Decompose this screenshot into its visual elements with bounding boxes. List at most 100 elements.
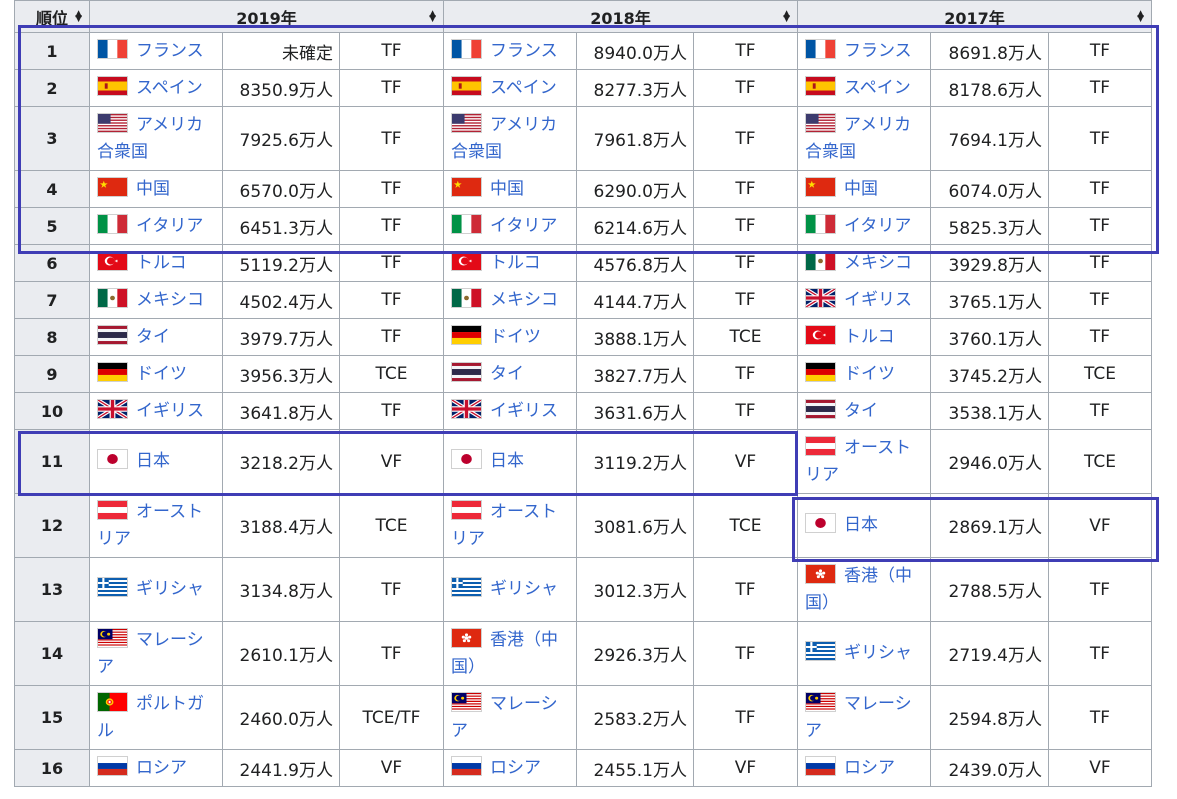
- country-link[interactable]: イタリア: [136, 216, 203, 236]
- flag-ru-icon[interactable]: [451, 755, 482, 776]
- country-link[interactable]: ドイツ: [490, 327, 541, 347]
- country-link[interactable]: タイ: [844, 401, 878, 421]
- visitor-count-cell: 2594.8万人: [930, 685, 1049, 750]
- country-link[interactable]: メキシコ: [844, 253, 912, 273]
- flag-mx-icon[interactable]: [97, 287, 128, 308]
- flag-tr-icon[interactable]: [97, 250, 128, 271]
- flag-jp-icon[interactable]: [97, 449, 128, 469]
- flag-th-icon[interactable]: [451, 361, 482, 382]
- country-link[interactable]: ロシア: [136, 758, 187, 778]
- flag-my-icon[interactable]: [97, 627, 128, 648]
- flag-fr-icon[interactable]: [97, 38, 128, 59]
- country-link[interactable]: トルコ: [490, 253, 541, 273]
- flag-es-icon[interactable]: [451, 75, 482, 96]
- sort-icon[interactable]: ▲ ▼: [429, 10, 436, 24]
- country-link[interactable]: ギリシャ: [490, 579, 558, 599]
- flag-my-icon[interactable]: [805, 691, 836, 712]
- flag-us-icon[interactable]: [451, 112, 482, 133]
- country-link[interactable]: 中国: [844, 179, 878, 199]
- flag-mx-icon[interactable]: [451, 287, 482, 308]
- flag-hk-icon[interactable]: [805, 563, 836, 584]
- flag-hk-icon[interactable]: [451, 627, 482, 648]
- country-link[interactable]: 中国: [490, 179, 524, 199]
- flag-de-icon[interactable]: [451, 324, 482, 345]
- country-link[interactable]: メキシコ: [136, 290, 204, 310]
- country-link[interactable]: イギリス: [136, 401, 204, 421]
- country-link[interactable]: 日本: [844, 515, 878, 535]
- sort-icon[interactable]: ▲ ▼: [75, 10, 82, 24]
- flag-cn-icon[interactable]: [451, 176, 482, 197]
- flag-fr-icon[interactable]: [451, 38, 482, 59]
- sort-icon[interactable]: ▲ ▼: [1137, 10, 1144, 24]
- flag-it-icon[interactable]: [805, 213, 836, 234]
- country-link[interactable]: フランス: [490, 41, 558, 61]
- country-link[interactable]: タイ: [490, 364, 524, 384]
- flag-es-icon[interactable]: [97, 75, 128, 96]
- rank-column-header[interactable]: 順位 ▲ ▼: [14, 0, 90, 33]
- flag-at-icon[interactable]: [97, 499, 128, 520]
- flag-at-icon[interactable]: [451, 499, 482, 520]
- country-link[interactable]: 日本: [136, 451, 170, 471]
- flag-ru-icon[interactable]: [97, 755, 128, 776]
- flag-gr-icon[interactable]: [97, 577, 128, 597]
- flag-at-icon[interactable]: [805, 435, 836, 456]
- year-2019-column-header[interactable]: 2019年 ▲ ▼: [89, 0, 444, 33]
- year-2018-column-header[interactable]: 2018年 ▲ ▼: [443, 0, 798, 33]
- flag-gr-icon[interactable]: [451, 577, 482, 597]
- sort-icon[interactable]: ▲ ▼: [783, 10, 790, 24]
- flag-cn-icon[interactable]: [805, 176, 836, 197]
- visitor-count-cell: 3012.3万人: [576, 557, 694, 622]
- country-link[interactable]: スペイン: [490, 78, 557, 98]
- flag-us-icon[interactable]: [97, 112, 128, 133]
- flag-mx-icon[interactable]: [805, 250, 836, 271]
- country-link[interactable]: メキシコ: [490, 290, 558, 310]
- country-link[interactable]: 中国: [136, 179, 170, 199]
- flag-cn-icon[interactable]: [97, 176, 128, 197]
- country-link[interactable]: フランス: [136, 41, 204, 61]
- flag-ru-icon[interactable]: [805, 755, 836, 776]
- flag-es-icon[interactable]: [805, 75, 836, 96]
- flag-gb-icon[interactable]: [451, 398, 482, 419]
- flag-de-icon[interactable]: [805, 361, 836, 382]
- flag-gb-icon[interactable]: [97, 398, 128, 419]
- flag-tr-icon[interactable]: [451, 250, 482, 271]
- flag-us-icon[interactable]: [805, 112, 836, 133]
- country-link[interactable]: トルコ: [136, 253, 187, 273]
- year-header-label: 2019年: [236, 8, 297, 28]
- statistic-type-cell: TF: [693, 207, 798, 245]
- country-link[interactable]: イタリア: [844, 216, 911, 236]
- country-link[interactable]: フランス: [844, 41, 912, 61]
- country-link[interactable]: スペイン: [136, 78, 203, 98]
- flag-th-icon[interactable]: [97, 324, 128, 345]
- country-link[interactable]: ロシア: [490, 758, 541, 778]
- flag-de-icon[interactable]: [97, 361, 128, 382]
- country-link[interactable]: スペイン: [844, 78, 911, 98]
- flag-gr-icon[interactable]: [805, 641, 836, 661]
- flag-gb-icon[interactable]: [805, 287, 836, 308]
- flag-pt-icon[interactable]: [97, 691, 128, 712]
- flag-fr-icon[interactable]: [805, 38, 836, 59]
- country-link[interactable]: ドイツ: [136, 364, 187, 384]
- table-row: 12 オーストリア 3188.4万人 TCE オーストリア 3081.6万人 TCE 日本 28…: [14, 493, 1152, 558]
- country-link[interactable]: ギリシャ: [136, 579, 204, 599]
- flag-my-icon[interactable]: [451, 691, 482, 712]
- rank-cell: 10: [14, 392, 90, 430]
- country-link[interactable]: イタリア: [490, 216, 557, 236]
- flag-jp-icon[interactable]: [805, 513, 836, 533]
- flag-th-icon[interactable]: [805, 398, 836, 419]
- year-2017-column-header[interactable]: 2017年 ▲ ▼: [797, 0, 1152, 33]
- country-cell: トルコ: [443, 244, 577, 282]
- country-link[interactable]: ギリシャ: [844, 643, 912, 663]
- flag-jp-icon[interactable]: [451, 449, 482, 469]
- country-cell: 中国: [443, 170, 577, 208]
- country-link[interactable]: トルコ: [844, 327, 895, 347]
- country-link[interactable]: タイ: [136, 327, 170, 347]
- country-link[interactable]: イギリス: [844, 290, 912, 310]
- flag-it-icon[interactable]: [451, 213, 482, 234]
- flag-it-icon[interactable]: [97, 213, 128, 234]
- country-link[interactable]: ロシア: [844, 758, 895, 778]
- country-link[interactable]: 日本: [490, 451, 524, 471]
- flag-tr-icon[interactable]: [805, 324, 836, 345]
- country-link[interactable]: イギリス: [490, 401, 558, 421]
- country-link[interactable]: ドイツ: [844, 364, 895, 384]
